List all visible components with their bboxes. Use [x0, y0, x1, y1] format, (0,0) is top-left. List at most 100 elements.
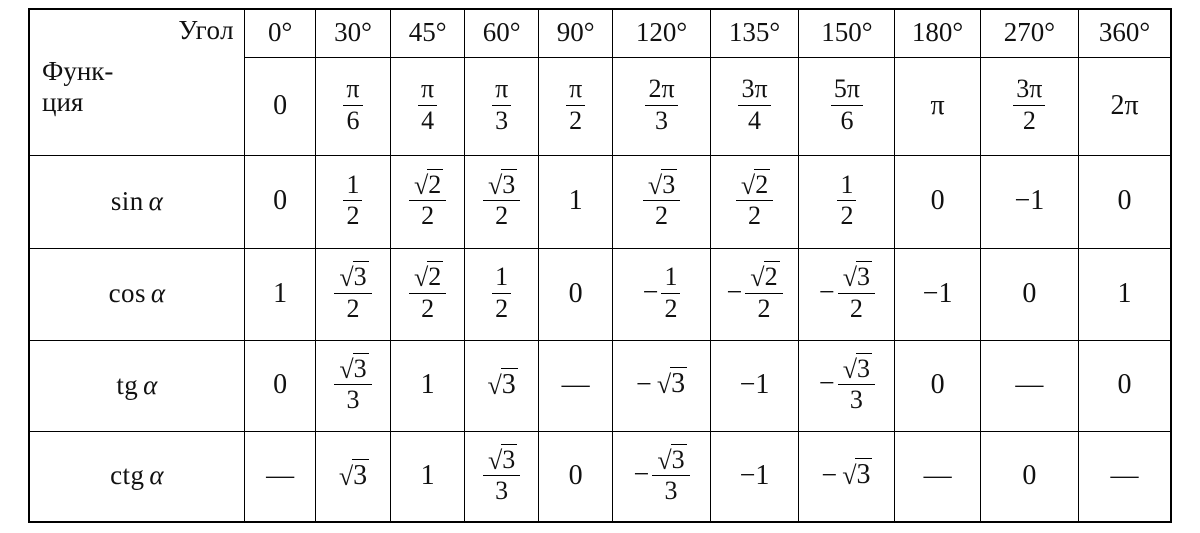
- radical-sign: √: [339, 354, 354, 384]
- scalar-value: 0: [1022, 277, 1037, 309]
- scalar-value: −1: [739, 459, 770, 491]
- cell-ctg-0deg: —: [244, 430, 317, 523]
- angle-degree-header-6: 135°: [709, 8, 800, 58]
- function-label-ctg: ctg α: [28, 430, 246, 523]
- minus-sign: −: [818, 368, 835, 400]
- sqrt-symbol: √3: [486, 443, 518, 474]
- fraction-numerator: π: [569, 74, 583, 104]
- fraction: √3 3: [837, 352, 875, 414]
- scalar-value: 0: [1117, 369, 1132, 401]
- radicand: 3: [855, 352, 872, 383]
- fraction-denominator: 3: [334, 384, 372, 414]
- fraction: 3π 2: [1013, 75, 1046, 134]
- fraction: π2: [566, 74, 586, 135]
- angle-radian-header-1: π6: [315, 56, 391, 156]
- fraction: √2 2: [408, 168, 447, 230]
- table-row-cos: cos α 1 √3 2 √2 2 1 2 0−1 2− √2 2− √3 2 −1 0 1: [28, 247, 1172, 341]
- fraction-denominator: 2: [837, 200, 857, 230]
- sqrt-symbol: √3: [646, 168, 678, 199]
- angle-degree-header-0: 0°: [244, 8, 317, 58]
- fraction-numerator: 5π: [833, 74, 861, 104]
- angle-radian-header-3: π3: [464, 56, 539, 156]
- trig-table-container: Угол Функ-ция 0° 30° 45° 60° 90° 120° 135° 150° 18…: [28, 8, 1172, 523]
- fraction: √2 2: [745, 261, 783, 323]
- function-label-sin: sin α: [28, 154, 246, 249]
- fraction-numerator: 1: [840, 169, 854, 199]
- cell-sin-150deg: 12: [798, 154, 896, 249]
- cell-tg-90deg: —: [537, 339, 614, 432]
- scalar-value: −1: [922, 277, 953, 309]
- fraction-numerator: √3: [483, 168, 520, 200]
- scalar-value: 1: [568, 185, 583, 217]
- cell-tg-270deg: —: [979, 339, 1080, 432]
- radicand: 3: [352, 458, 370, 491]
- fraction-denominator: 3: [652, 474, 690, 505]
- angle-degree-header-1: 30°: [315, 8, 391, 58]
- fraction: √3 2: [642, 168, 681, 230]
- fraction: √2 2: [735, 168, 774, 230]
- minus-sign: −: [726, 276, 743, 308]
- sqrt-symbol: √3: [841, 352, 872, 383]
- undefined-dash: —: [266, 459, 295, 491]
- fraction-numerator: √3: [838, 352, 875, 384]
- angle-degree-header-8: 180°: [894, 8, 981, 58]
- angle-degree-header-5: 120°: [612, 8, 711, 58]
- angle-radian-header-8: π: [894, 56, 981, 156]
- fraction-denominator: 3: [483, 474, 521, 505]
- cell-tg-0deg: 0: [244, 339, 317, 432]
- radicand: 3: [352, 352, 369, 383]
- cell-ctg-135deg: −1: [709, 430, 800, 523]
- function-label-tg: tg α: [28, 339, 246, 432]
- scalar-value: 0: [1117, 185, 1132, 217]
- radicand: 2: [427, 261, 444, 292]
- angle-degree-header-3: 60°: [464, 8, 539, 58]
- radical-sign: √: [487, 371, 502, 401]
- fraction-numerator: 1: [495, 262, 509, 292]
- scalar-value: 0: [273, 185, 288, 217]
- fraction-denominator: 2: [408, 292, 447, 323]
- corner-header-cell: Угол Функ-ция: [28, 8, 246, 156]
- angle-radian-header-4: π2: [537, 56, 614, 156]
- radicand: 3: [855, 458, 873, 491]
- fraction-denominator: 3: [492, 104, 512, 135]
- fraction: √3 3: [334, 352, 372, 414]
- fraction: 12: [343, 170, 363, 230]
- cell-cos-120deg: −1 2: [612, 247, 711, 341]
- cell-tg-45deg: 1: [389, 339, 466, 432]
- fraction-denominator: 2: [745, 292, 783, 323]
- fraction-denominator: 2: [735, 200, 774, 230]
- cell-cos-45deg: √2 2: [389, 247, 466, 341]
- radicand: 3: [501, 443, 518, 474]
- scalar-value: 1: [420, 459, 435, 491]
- cell-tg-120deg: − √3: [612, 339, 711, 432]
- fraction: 5π 6: [830, 74, 864, 134]
- corner-function-label: Функ-ция: [42, 56, 114, 118]
- fraction-numerator: π: [346, 74, 360, 104]
- fraction-denominator: 2: [566, 104, 586, 135]
- square-root-value: √3: [655, 367, 688, 400]
- radicand: 2: [763, 261, 780, 292]
- scalar-value: 0: [273, 369, 288, 401]
- sqrt-symbol: √3: [486, 168, 518, 199]
- angle-degree-header-7: 150°: [798, 8, 896, 58]
- sqrt-symbol: √3: [337, 458, 370, 492]
- fraction: √3 2: [334, 261, 372, 322]
- radicand: 3: [670, 367, 688, 400]
- sqrt-symbol: √3: [486, 368, 518, 401]
- minus-sign: −: [821, 459, 838, 491]
- fraction-numerator: √2: [736, 168, 773, 200]
- corner-inner: Угол Функ-ция: [30, 10, 244, 155]
- cell-cos-360deg: 1: [1078, 247, 1172, 341]
- cell-ctg-150deg: − √3: [798, 430, 896, 523]
- radical-sign: √: [656, 370, 672, 400]
- radicand: 3: [352, 261, 369, 292]
- fraction: 12: [492, 262, 512, 322]
- angle-degree-header-9: 270°: [979, 8, 1080, 58]
- scalar-value: 1: [420, 369, 435, 401]
- scalar-value: 0: [273, 89, 288, 121]
- radical-sign: √: [657, 445, 672, 475]
- cell-cos-0deg: 1: [244, 247, 317, 341]
- function-label-cos: cos α: [28, 247, 246, 341]
- fraction-numerator: √2: [745, 261, 782, 293]
- radical-sign: √: [750, 263, 765, 293]
